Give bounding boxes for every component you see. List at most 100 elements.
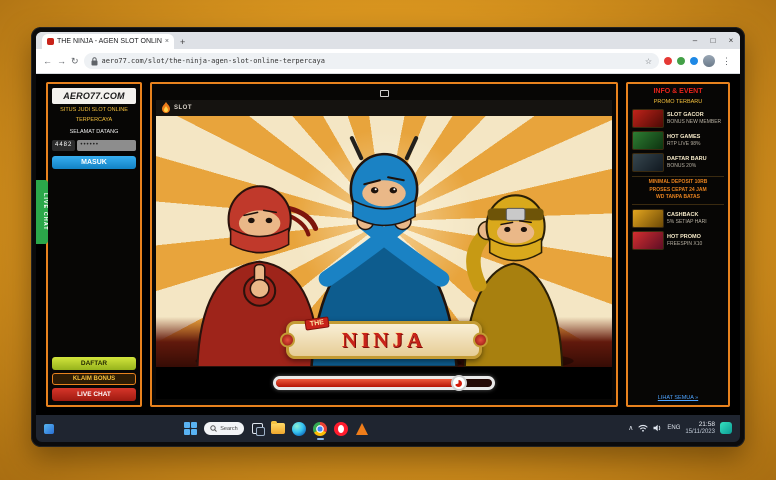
welcome-text: SELAMAT DATANG (52, 129, 136, 135)
game-panel: SLOT (150, 82, 618, 407)
login-button[interactable]: MASUK (52, 156, 136, 169)
promo-item-sub: 5% SETIAP HARI (667, 219, 707, 225)
bonus-button[interactable]: KLAIM BONUS (52, 373, 136, 385)
notice-line: WD TANPA BATAS (632, 194, 724, 202)
tab-strip: THE NINJA - AGEN SLOT ONLINE TERPERCAYA … (36, 32, 740, 49)
url-text: aero77.com/slot/the-ninja-agen-slot-onli… (102, 57, 641, 65)
captcha-code: 4482 (52, 140, 75, 151)
edge-icon (292, 422, 306, 436)
browser-menu-icon[interactable]: ⋮ (720, 56, 733, 67)
start-button[interactable] (183, 421, 198, 436)
maximize-button[interactable]: □ (704, 32, 722, 49)
tab-title: THE NINJA - AGEN SLOT ONLINE TERPERCAYA (57, 38, 162, 45)
chrome-button[interactable] (313, 421, 328, 436)
fullscreen-row (156, 87, 612, 100)
game-thumbnail (632, 131, 664, 150)
promo-item-sub: FREESPIN X10 (667, 241, 702, 247)
back-icon[interactable]: ← (43, 56, 52, 66)
promo-item-title: DAFTAR BARU (667, 156, 707, 163)
site-logo: AERO77.COM (52, 88, 136, 104)
promo-item-sub: BONUS NEW MEMBER (667, 119, 721, 125)
browser-tab[interactable]: THE NINJA - AGEN SLOT ONLINE TERPERCAYA … (42, 34, 174, 49)
promo-item[interactable]: DAFTAR BARU BONUS 20% (632, 153, 724, 172)
game-topbar: SLOT (156, 100, 612, 116)
promo-item[interactable]: CASHBACK 5% SETIAP HARI (632, 209, 724, 228)
promo-item-title: CASHBACK (667, 212, 707, 219)
lock-icon (91, 57, 98, 66)
extension-icon[interactable] (677, 57, 685, 65)
chrome-icon (313, 422, 327, 436)
new-tab-button[interactable]: + (174, 37, 191, 49)
promo-item-sub: RTP LIVE 98% (667, 141, 700, 147)
forward-icon[interactable]: → (57, 56, 66, 66)
loading-fill (276, 379, 460, 387)
bookmark-icon[interactable]: ☆ (645, 57, 652, 66)
system-tray: ∧ ENG 21:58 15/11/2023 (628, 421, 732, 435)
promo-item-title: HOT PROMO (667, 234, 702, 241)
notification-icon[interactable] (720, 422, 732, 434)
notice-line: PROSES CEPAT 24 JAM (632, 187, 724, 195)
extension-icon[interactable] (690, 57, 698, 65)
game-scene: THE NINJA (156, 116, 612, 367)
wifi-icon[interactable] (638, 424, 648, 432)
taskbar-center: Search (183, 421, 369, 436)
page-content: LIVE CHAT AERO77.COM SITUS JUDI SLOT ONL… (36, 74, 740, 415)
fullscreen-icon[interactable] (380, 90, 389, 97)
game-thumbnail (632, 153, 664, 172)
loading-knob (451, 375, 467, 391)
window-controls: – □ × (686, 32, 740, 49)
captcha-row: 4482 •••••• (52, 140, 136, 151)
taskbar: Search ∧ ENG (36, 415, 740, 442)
minimize-button[interactable]: – (686, 32, 704, 49)
promo-item[interactable]: HOT GAMES RTP LIVE 98% (632, 131, 724, 150)
volume-icon[interactable] (653, 424, 662, 432)
extension-icon[interactable] (664, 57, 672, 65)
promo-item[interactable]: HOT PROMO FREESPIN X10 (632, 231, 724, 250)
promo-item-title: SLOT GACOR (667, 112, 721, 119)
task-view-icon (252, 423, 263, 434)
clock-date: 15/11/2023 (685, 429, 715, 436)
clock[interactable]: 21:58 15/11/2023 (685, 421, 715, 435)
close-button[interactable]: × (722, 32, 740, 49)
logo-ninja-text: NINJA (342, 328, 426, 353)
game-frame: SLOT (156, 100, 612, 399)
promo-item[interactable]: SLOT GACOR BONUS NEW MEMBER (632, 109, 724, 128)
url-bar[interactable]: aero77.com/slot/the-ninja-agen-slot-onli… (84, 53, 659, 69)
opera-icon (334, 422, 348, 436)
livechat-side-tab[interactable]: LIVE CHAT (36, 180, 48, 244)
promo-notice: MINIMAL DEPOSIT 10RB PROSES CEPAT 24 JAM… (632, 176, 724, 205)
profile-avatar[interactable] (703, 55, 715, 67)
login-panel: AERO77.COM SITUS JUDI SLOT ONLINE TERPER… (46, 82, 142, 407)
tab-close-icon[interactable]: × (165, 38, 169, 45)
language-indicator[interactable]: ENG (667, 425, 680, 431)
monitor-frame: THE NINJA - AGEN SLOT ONLINE TERPERCAYA … (31, 27, 745, 447)
widgets-icon[interactable] (44, 424, 54, 434)
loading-row (156, 367, 612, 399)
promo-item-sub: BONUS 20% (667, 163, 707, 169)
search-pill[interactable]: Search (204, 422, 243, 435)
promo-footer-link[interactable]: LIHAT SEMUA » (632, 395, 724, 401)
windows-logo-icon (184, 422, 197, 435)
promo-panel: INFO & EVENT PROMO TERBARU SLOT GACOR BO… (626, 82, 730, 407)
game-thumbnail (632, 231, 664, 250)
task-view-button[interactable] (250, 421, 265, 436)
file-explorer-button[interactable] (271, 421, 286, 436)
clock-time: 21:58 (685, 421, 715, 428)
game-thumbnail (632, 209, 664, 228)
opera-button[interactable] (334, 421, 349, 436)
media-player-button[interactable] (355, 421, 370, 436)
cone-icon (356, 423, 368, 435)
reload-icon[interactable]: ↻ (71, 56, 79, 67)
logo-the-text: THE (304, 316, 329, 330)
password-input[interactable]: •••••• (77, 140, 136, 151)
loading-bar (273, 376, 495, 390)
register-button[interactable]: DAFTAR (52, 357, 136, 370)
livechat-button[interactable]: LIVE CHAT (52, 388, 136, 401)
tray-chevron-icon[interactable]: ∧ (628, 424, 633, 432)
notice-line: MINIMAL DEPOSIT 10RB (632, 179, 724, 187)
tagline-line1: SITUS JUDI SLOT ONLINE (52, 107, 136, 114)
promo-header-sub: PROMO TERBARU (632, 99, 724, 105)
edge-button[interactable] (292, 421, 307, 436)
login-panel-spacer (52, 172, 136, 354)
desktop-screen: THE NINJA - AGEN SLOT ONLINE TERPERCAYA … (36, 32, 740, 442)
